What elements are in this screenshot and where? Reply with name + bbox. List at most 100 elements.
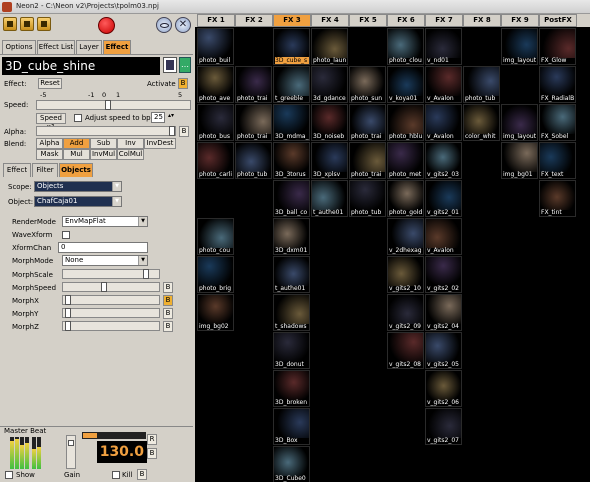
subtab-effect[interactable]: Effect [3,163,31,177]
blend-sub-button[interactable]: Sub [90,138,117,149]
grid-cell[interactable]: t_shadows [273,294,310,331]
grid-cell[interactable]: v_gits2_05 [425,332,462,369]
blend-invdest-button[interactable]: InvDest [144,138,176,149]
grid-cell[interactable]: 3D_ball_co [273,180,310,217]
morphy-slider[interactable] [62,308,160,318]
grid-cell[interactable]: FX_RadialB [539,66,576,103]
morphspeed-b-button[interactable]: B [163,282,173,293]
grid-cell[interactable]: FX_Sobel [539,104,576,141]
morphx-slider-thumb[interactable] [65,295,71,305]
morphmode-select[interactable]: None ▼ [62,255,148,266]
grid-cell[interactable]: photo_gold [387,180,424,217]
morphscale-slider[interactable] [62,269,160,279]
grid-cell[interactable]: photo_clou [387,28,424,65]
grid-cell[interactable]: FX_text [539,142,576,179]
grid-cell[interactable]: photo_buil [197,28,234,65]
rendermode-select[interactable]: EnvMapFlat ▼ [62,216,148,227]
grid-cell[interactable]: 3D_cube_s [273,28,310,65]
grid-cell[interactable]: t_authe01 [273,256,310,293]
menu-icon[interactable]: … [179,57,191,73]
blend-inv-button[interactable]: Inv [117,138,144,149]
grid-cell[interactable]: photo_trai [349,142,386,179]
blend-add-button[interactable]: Add [63,138,90,149]
grid-cell[interactable]: 3D_3torus [273,142,310,179]
grid-cell[interactable]: FX_Glow [539,28,576,65]
activate-b-button[interactable]: B [178,78,188,89]
alpha-b-button[interactable]: B [179,126,189,137]
column-header-9[interactable]: PostFX [539,14,577,27]
grid-cell[interactable]: 3d_gdance [311,66,348,103]
grid-cell[interactable]: v_gits2_10 [387,256,424,293]
subtab-objects[interactable]: Objects [59,163,93,177]
grid-cell[interactable]: t_authe01 [311,180,348,217]
gain-slider[interactable] [66,435,76,469]
morphz-slider[interactable] [62,321,160,331]
grid-cell[interactable]: photo_bus [197,104,234,141]
grid-cell[interactable]: photo_sun [349,66,386,103]
grid-cell[interactable]: v_Avalon [425,218,462,255]
morphx-b-button[interactable]: B [163,295,173,306]
grid-cell[interactable]: photo_laun [311,28,348,65]
column-header-5[interactable]: FX 6 [387,14,425,27]
bpm-display[interactable]: 130.0 [97,441,147,463]
grid-cell[interactable]: 3D_Cube0 [273,446,310,482]
reset-button[interactable]: Reset [38,78,62,89]
grid-cell[interactable]: v_gits2_02 [425,256,462,293]
grid-cell[interactable]: v_2dhexag [387,218,424,255]
blend-colmul-button[interactable]: ColMul [117,149,144,160]
wavexform-checkbox[interactable] [62,231,70,239]
grid-cell[interactable]: 3D_mdma_ [273,104,310,141]
beat-b-button[interactable]: B [147,448,157,459]
morphy-b-button[interactable]: B [163,308,173,319]
bpm-adjust-field[interactable]: 25 [151,112,165,123]
close-icon[interactable]: ✕ [175,17,191,33]
grid-cell[interactable]: v_Avalon [425,66,462,103]
column-header-0[interactable]: FX 1 [197,14,235,27]
beat-r-button[interactable]: R [147,434,157,445]
grid-cell[interactable]: v_gits2_06 [425,370,462,407]
new-project-icon[interactable] [3,17,17,31]
column-header-7[interactable]: FX 8 [463,14,501,27]
subtab-filter[interactable]: Filter [32,163,58,177]
grid-cell[interactable]: v_koya01 [387,66,424,103]
save-project-icon[interactable] [37,17,51,31]
grid-cell[interactable]: photo_tub [235,142,272,179]
grid-cell[interactable]: photo_trai [235,104,272,141]
grid-cell[interactable]: v_gits2_03 [425,142,462,179]
blend-mask-button[interactable]: Mask [36,149,63,160]
alpha-slider[interactable] [36,126,176,136]
grid-cell[interactable]: img_bg02 [197,294,234,331]
grid-cell[interactable]: v_gits2_09 [387,294,424,331]
morphspeed-slider-thumb[interactable] [101,282,107,292]
column-header-8[interactable]: FX 9 [501,14,539,27]
kill-b-button[interactable]: B [137,469,147,480]
column-header-4[interactable]: FX 5 [349,14,387,27]
grid-cell[interactable]: photo_ave [197,66,234,103]
speed-x1-button[interactable]: Speed x1 [36,113,66,131]
grid-cell[interactable]: img_layout [501,28,538,65]
grid-cell[interactable]: v_gits2_08 [387,332,424,369]
grid-cell[interactable]: 3D_broken [273,370,310,407]
grid-cell[interactable]: v_gits2_07 [425,408,462,445]
morphscale-slider-thumb[interactable] [143,269,149,279]
grid-cell[interactable]: photo_tub [349,180,386,217]
grid-cell[interactable]: photo_cou [197,218,234,255]
save-effect-icon[interactable] [163,57,177,73]
grid-cell[interactable]: photo_hblu [387,104,424,141]
link-icon[interactable] [156,17,172,33]
grid-cell[interactable]: img_layout [501,104,538,141]
grid-cell[interactable]: FX_tint [539,180,576,217]
blend-invmul-button[interactable]: InvMul [90,149,117,160]
blend-alpha-button[interactable]: Alpha [36,138,63,149]
grid-cell[interactable]: v_nd01 [425,28,462,65]
column-header-1[interactable]: FX 2 [235,14,273,27]
grid-cell[interactable]: photo_carli [197,142,234,179]
grid-cell[interactable]: v_gits2_04 [425,294,462,331]
show-checkbox[interactable] [5,471,13,479]
bpm-adjust-spinner-icon[interactable]: ▴▾ [168,112,174,119]
open-project-icon[interactable] [20,17,34,31]
speed-slider[interactable] [36,100,191,110]
scope-select[interactable]: Objects ▼ [34,181,122,192]
tab-effect[interactable]: Effect [103,40,131,54]
column-header-2[interactable]: FX 3 [273,14,311,27]
